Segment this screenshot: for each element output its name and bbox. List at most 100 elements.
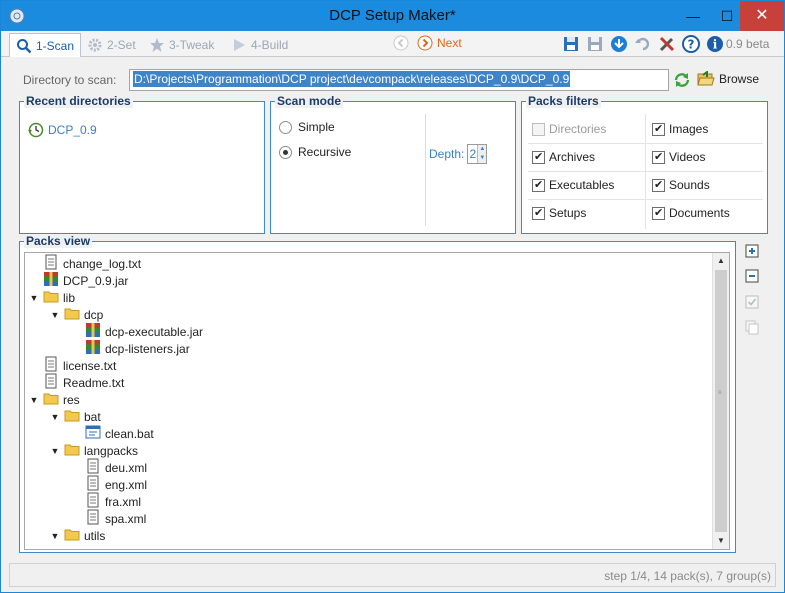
scroll-up-arrow[interactable]: ▲ <box>713 253 729 269</box>
tree-row[interactable]: deu.xml <box>71 458 147 476</box>
expand-all-icon[interactable] <box>744 243 760 259</box>
tree-row[interactable]: ▼ utils <box>50 527 106 544</box>
close-button[interactable]: ✕ <box>740 1 784 31</box>
recent-directories-legend: Recent directories <box>24 94 133 108</box>
tree-row[interactable]: fra.xml <box>71 492 141 510</box>
info-icon[interactable]: i <box>706 35 724 53</box>
depth-value[interactable]: 2 <box>468 145 477 163</box>
recursive-radio[interactable]: Recursive <box>279 145 351 159</box>
folder-icon <box>43 390 59 409</box>
folder-open-icon <box>697 71 715 86</box>
filter-archives-checkbox[interactable] <box>532 150 545 164</box>
tree-row[interactable]: clean.bat <box>71 425 154 442</box>
filter-sounds-label: Sounds <box>669 178 710 192</box>
text-file-icon <box>43 356 59 375</box>
filter-images-checkbox[interactable] <box>652 122 665 136</box>
filter-videos[interactable]: Videos <box>652 150 705 164</box>
expand-triangle-icon[interactable]: ▼ <box>50 412 60 422</box>
tree-row[interactable]: Readme.txt <box>29 373 125 391</box>
packs-tree[interactable]: ▼ utils spa.xml fra.xml eng.xml deu.xml ▼ langp… <box>24 252 730 550</box>
tree-row[interactable]: ▼ dcp <box>50 306 104 323</box>
tab-build[interactable]: 4-Build <box>225 33 294 57</box>
maximize-button[interactable]: ☐ <box>710 1 744 31</box>
back-arrow-icon <box>393 35 409 51</box>
filter-sounds[interactable]: Sounds <box>652 178 710 192</box>
copy-icon[interactable] <box>744 319 760 335</box>
version-label: 0.9 beta <box>726 37 770 51</box>
text-file-icon <box>85 509 101 528</box>
filter-directories-checkbox[interactable] <box>532 122 545 136</box>
filter-setups-label: Setups <box>549 206 587 220</box>
expand-triangle-icon[interactable]: ▼ <box>29 395 39 405</box>
title-bar[interactable]: DCP Setup Maker* — ☐ ✕ <box>1 1 784 31</box>
scroll-down-arrow[interactable]: ▼ <box>713 533 729 549</box>
depth-spinner[interactable]: 2 ▲ ▼ <box>467 144 488 164</box>
back-button[interactable] <box>393 35 409 51</box>
undo-icon[interactable] <box>634 35 652 53</box>
expand-triangle-icon[interactable]: ▼ <box>50 531 60 541</box>
expand-triangle-icon[interactable]: ▼ <box>50 310 60 320</box>
tree-row[interactable]: ▼ res <box>29 391 80 408</box>
tree-row-label: fra.xml <box>105 494 141 509</box>
tab-scan[interactable]: 1-Scan <box>9 33 82 57</box>
tab-tweak-label: 3-Tweak <box>169 38 215 52</box>
filter-directories[interactable]: Directories <box>532 122 606 136</box>
filter-documents[interactable]: Documents <box>652 206 730 220</box>
tab-set[interactable]: 2-Set <box>81 33 142 57</box>
filter-images[interactable]: Images <box>652 122 708 136</box>
tree-row[interactable]: dcp-listeners.jar <box>71 340 190 357</box>
filter-executables[interactable]: Executables <box>532 178 614 192</box>
tab-tweak[interactable]: 3-Tweak <box>143 33 220 57</box>
tree-row-label: DCP_0.9.jar <box>63 273 129 288</box>
archive-file-icon <box>43 271 59 290</box>
tree-row[interactable]: ▼ lib <box>29 289 75 306</box>
simple-radio-circle[interactable] <box>279 120 292 134</box>
browse-button[interactable]: Browse <box>697 71 759 87</box>
save-as-icon[interactable] <box>586 35 604 53</box>
minimize-button[interactable]: — <box>676 1 710 31</box>
scroll-thumb[interactable]: ≡ <box>715 270 727 532</box>
filter-documents-checkbox[interactable] <box>652 206 665 220</box>
tree-row[interactable]: license.txt <box>29 356 116 375</box>
depth-spinner-arrows[interactable]: ▲ ▼ <box>477 145 487 163</box>
expand-triangle-icon[interactable]: ▼ <box>29 293 39 303</box>
tree-row[interactable]: change_log.txt <box>29 254 141 272</box>
filter-directories-label: Directories <box>549 122 607 136</box>
filter-executables-checkbox[interactable] <box>532 178 545 192</box>
svg-text:i: i <box>713 38 718 52</box>
filter-sounds-checkbox[interactable] <box>652 178 665 192</box>
tools-icon[interactable] <box>658 35 676 53</box>
window-title: DCP Setup Maker* <box>329 7 456 24</box>
tree-row-label: langpacks <box>84 443 139 458</box>
refresh-icon[interactable] <box>673 71 691 89</box>
tree-row[interactable]: ▼ bat <box>50 408 101 425</box>
collapse-all-icon[interactable] <box>744 268 760 284</box>
tree-row-label: Readme.txt <box>63 375 125 390</box>
download-icon[interactable] <box>610 35 628 53</box>
simple-radio[interactable]: Simple <box>279 120 335 134</box>
next-button[interactable]: Next <box>417 35 462 51</box>
filter-setups[interactable]: Setups <box>532 206 586 220</box>
check-all-icon[interactable] <box>744 294 760 310</box>
simple-radio-label: Simple <box>298 120 335 134</box>
tree-row-label: dcp-listeners.jar <box>105 341 190 356</box>
filter-videos-checkbox[interactable] <box>652 150 665 164</box>
next-label: Next <box>437 36 462 50</box>
tree-vertical-scrollbar[interactable]: ▲ ≡ ▼ <box>712 253 729 549</box>
scan-mode-group: Scan mode Simple Recursive Depth: 2 ▲ ▼ <box>270 95 516 234</box>
tree-row[interactable]: DCP_0.9.jar <box>29 272 128 289</box>
packs-filters-group: Packs filters Directories Images Archive… <box>521 95 768 234</box>
tree-row[interactable]: dcp-executable.jar <box>71 323 203 340</box>
recursive-radio-circle[interactable] <box>279 145 292 159</box>
tree-row[interactable]: eng.xml <box>71 475 147 493</box>
recent-directory-item[interactable]: DCP_0.9 <box>28 122 97 138</box>
filter-setups-checkbox[interactable] <box>532 206 545 220</box>
directory-input[interactable]: D:\Projects\Programmation\DCP project\de… <box>129 69 669 91</box>
tree-row[interactable]: ▼ langpacks <box>50 442 139 459</box>
filter-archives[interactable]: Archives <box>532 150 595 164</box>
tree-row[interactable]: spa.xml <box>71 509 146 528</box>
expand-triangle-icon[interactable]: ▼ <box>50 446 60 456</box>
help-icon[interactable]: ? <box>682 35 700 53</box>
save-icon[interactable] <box>562 35 580 53</box>
folder-icon <box>43 288 59 307</box>
